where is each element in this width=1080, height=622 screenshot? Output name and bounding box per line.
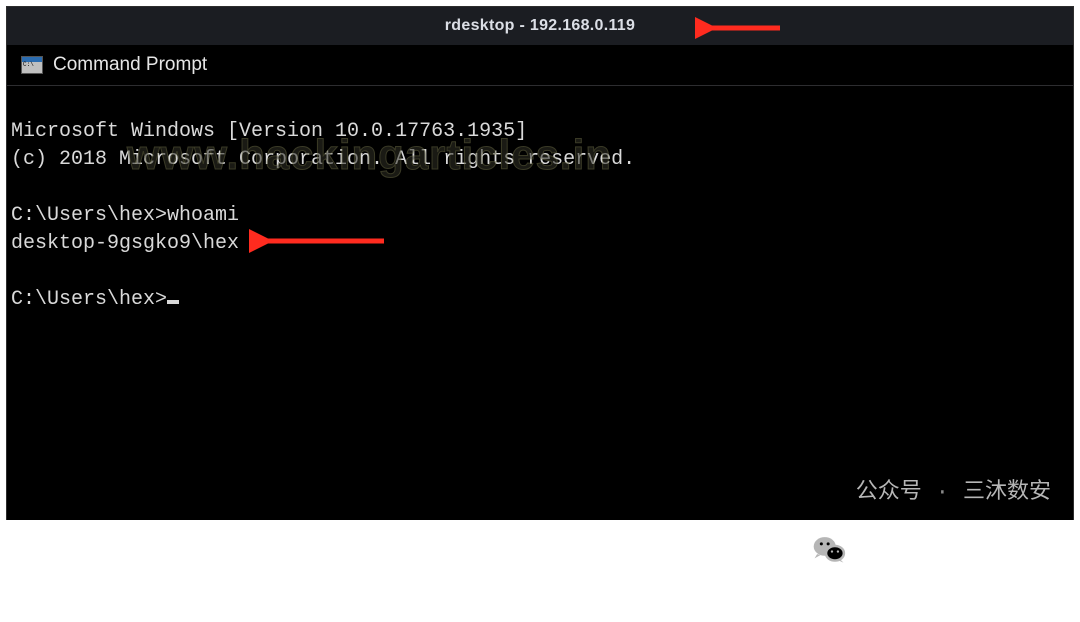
wechat-attribution: 公众号 · 三沐数安	[812, 476, 1051, 510]
terminal-line: desktop-9gsgko9\hex	[11, 232, 239, 255]
terminal-command: whoami	[167, 204, 239, 227]
wechat-account: 三沐数安	[963, 479, 1051, 507]
rdesktop-window: rdesktop - 192.168.0.119 Command Prompt …	[6, 6, 1074, 520]
rdesktop-title-text: rdesktop - 192.168.0.119	[445, 17, 635, 35]
wechat-icon	[812, 476, 846, 510]
wechat-separator: ·	[932, 479, 953, 507]
terminal-cursor	[167, 300, 179, 304]
terminal-output[interactable]: www.hackingarticles.inMicrosoft Windows …	[7, 86, 1073, 520]
cmd-title-text: Command Prompt	[53, 54, 207, 76]
rdesktop-titlebar[interactable]: rdesktop - 192.168.0.119	[7, 7, 1073, 46]
terminal-line: Microsoft Windows [Version 10.0.17763.19…	[11, 120, 527, 143]
terminal-prompt: C:\Users\hex>	[11, 288, 167, 311]
command-prompt-icon	[21, 56, 43, 74]
wechat-label: 公众号	[856, 479, 922, 507]
cmd-titlebar[interactable]: Command Prompt	[7, 45, 1073, 86]
terminal-prompt: C:\Users\hex>	[11, 204, 167, 227]
cmd-window: Command Prompt www.hackingarticles.inMic…	[7, 45, 1073, 520]
terminal-line: (c) 2018 Microsoft Corporation. All righ…	[11, 148, 635, 171]
annotation-arrow	[249, 168, 389, 314]
